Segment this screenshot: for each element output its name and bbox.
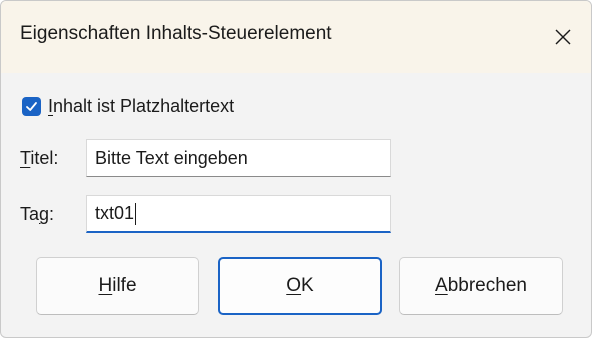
placeholder-text-checkbox[interactable]	[22, 96, 41, 116]
placeholder-text-checkbox-label: Inhalt ist Platzhaltertext	[48, 95, 235, 116]
title-input[interactable]: Bitte Text eingeben	[86, 139, 391, 177]
title-field-label: Titel:	[20, 148, 59, 168]
dialog-titlebar: Eigenschaften Inhalts-Steuerelement	[1, 1, 591, 73]
ok-button[interactable]: OK	[218, 257, 382, 315]
title-input-value: Bitte Text eingeben	[95, 147, 248, 168]
close-icon	[555, 29, 571, 45]
help-button[interactable]: Hilfe	[36, 257, 199, 315]
tag-field-label: Tag:	[20, 204, 55, 224]
dialog-title: Eigenschaften Inhalts-Steuerelement	[20, 23, 332, 44]
close-button[interactable]	[545, 21, 581, 53]
checkmark-icon	[26, 101, 37, 111]
text-caret	[135, 202, 137, 225]
content-control-properties-dialog: Eigenschaften Inhalts-Steuerelement Inha…	[0, 0, 592, 338]
cancel-button[interactable]: Abbrechen	[399, 257, 563, 315]
tag-input[interactable]: txt01	[86, 195, 391, 233]
placeholder-text-checkbox-row[interactable]: Inhalt ist Platzhaltertext	[22, 93, 234, 119]
tag-input-value: txt01	[95, 203, 135, 223]
